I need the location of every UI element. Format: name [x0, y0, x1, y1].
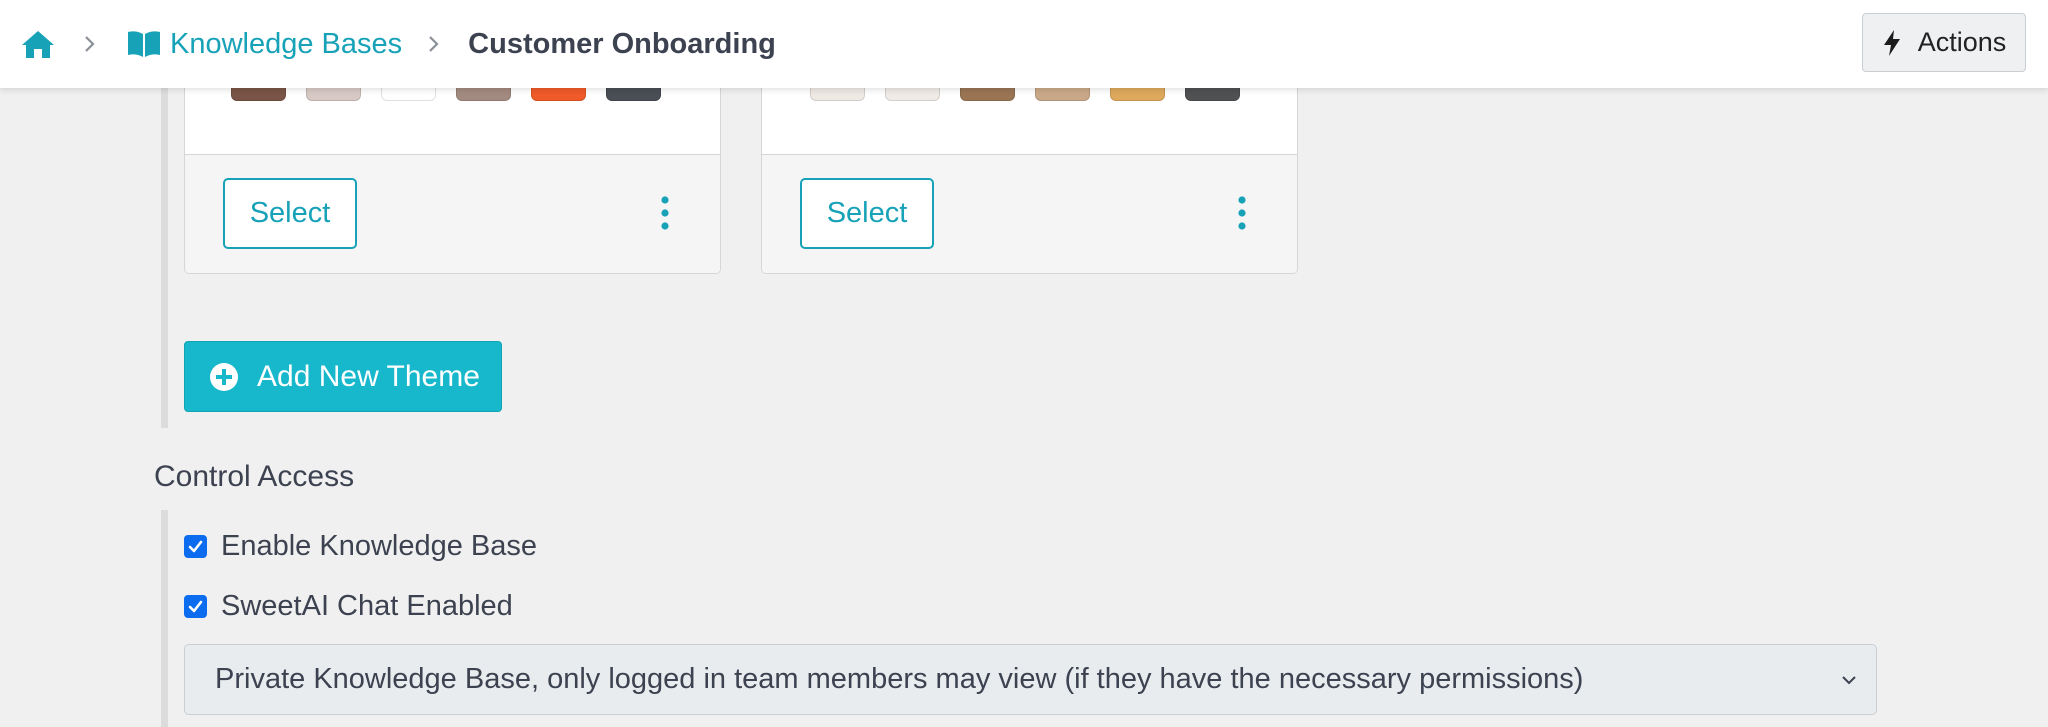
enable-knowledge-base-checkbox[interactable]: [184, 535, 207, 558]
sweetai-chat-option: SweetAI Chat Enabled: [184, 590, 513, 623]
breadcrumb-label: Knowledge Bases: [170, 27, 403, 60]
actions-label: Actions: [1917, 27, 2007, 57]
enable-knowledge-base-option: Enable Knowledge Base: [184, 530, 537, 563]
home-icon[interactable]: [20, 28, 56, 60]
bolt-icon: [1883, 29, 1900, 56]
chevron-right-icon: [429, 36, 439, 52]
section-rail: [161, 510, 168, 727]
checkbox-label: Enable Knowledge Base: [221, 530, 538, 562]
add-new-theme-button[interactable]: Add New Theme: [184, 341, 502, 412]
check-icon: [188, 540, 203, 553]
privacy-select-value: Private Knowledge Base, only logged in t…: [215, 663, 1584, 695]
select-theme-button[interactable]: Select: [223, 178, 357, 249]
section-title: Control Access: [154, 460, 355, 493]
actions-button[interactable]: Actions: [1862, 13, 2026, 72]
book-icon: [128, 31, 160, 57]
theme-card-footer: Select: [762, 154, 1297, 273]
chevron-right-icon: [85, 36, 95, 52]
add-new-theme-label: Add New Theme: [257, 359, 480, 393]
breadcrumb: Knowledge Bases Customer Onboarding: [20, 22, 776, 66]
sweetai-chat-checkbox[interactable]: [184, 595, 207, 618]
section-rail: [161, 88, 168, 428]
select-theme-button[interactable]: Select: [800, 178, 934, 249]
theme-card-footer: Select: [185, 154, 720, 273]
check-icon: [188, 600, 203, 613]
kebab-icon[interactable]: [1232, 195, 1252, 231]
top-bar: Knowledge Bases Customer Onboarding Acti…: [0, 0, 2048, 88]
breadcrumb-knowledge-bases[interactable]: Knowledge Bases: [126, 28, 402, 61]
privacy-select[interactable]: Private Knowledge Base, only logged in t…: [184, 644, 1877, 715]
plus-circle-icon: [210, 362, 238, 391]
checkbox-label: SweetAI Chat Enabled: [221, 590, 513, 622]
kebab-icon[interactable]: [655, 195, 675, 231]
chevron-down-icon: [1842, 676, 1856, 685]
breadcrumb-current: Customer Onboarding: [468, 27, 776, 60]
